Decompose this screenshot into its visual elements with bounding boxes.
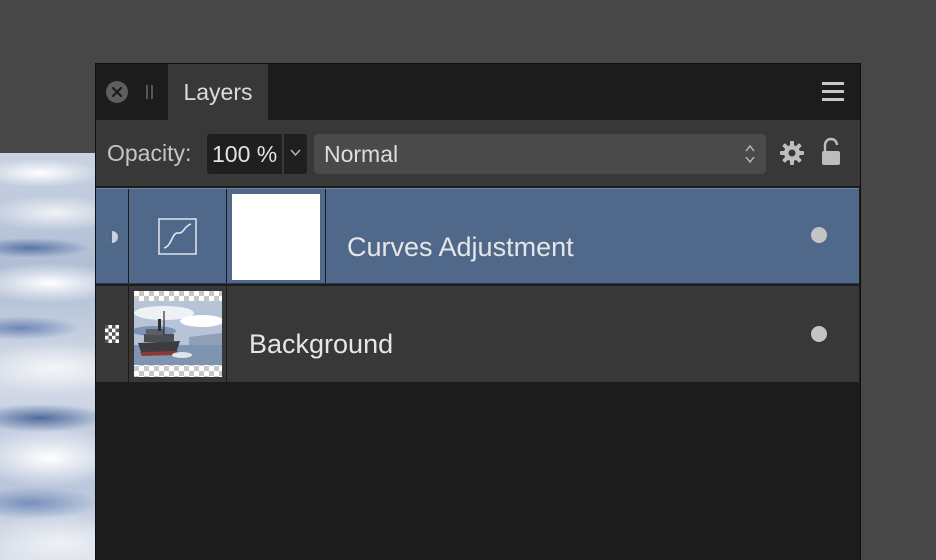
opacity-dropdown-button[interactable] — [284, 134, 307, 174]
tab-layers[interactable]: Layers — [168, 64, 268, 120]
boat-image-thumbnail — [134, 301, 222, 365]
background-layer-thumbnail — [134, 291, 222, 377]
layers-toolbar: Opacity: 100 % Normal — [96, 120, 860, 186]
visibility-dot-icon[interactable] — [811, 326, 827, 342]
visibility-dot-icon[interactable] — [811, 227, 827, 243]
panel-menu-button[interactable] — [822, 80, 844, 102]
chevron-down-icon — [290, 149, 301, 157]
panel-tab-bar: Layers — [96, 64, 860, 120]
canvas-image-background — [0, 153, 96, 560]
curves-icon — [158, 218, 197, 255]
blend-mode-select[interactable]: Normal — [314, 134, 766, 174]
up-down-arrows-icon — [745, 144, 755, 164]
hamburger-menu-icon — [822, 82, 844, 85]
layer-mask-thumbnail[interactable] — [232, 194, 320, 280]
blend-mode-value: Normal — [324, 141, 399, 167]
grip-icon[interactable] — [146, 85, 154, 99]
layer-row-background[interactable]: Background — [96, 286, 859, 382]
checkerboard-icon — [105, 325, 119, 343]
layer-name: Background — [249, 329, 394, 359]
lock-icon[interactable] — [821, 137, 841, 167]
opacity-label: Opacity: — [107, 140, 192, 166]
layers-panel: Layers Opacity: 100 % Normal Curves Adju… — [95, 63, 861, 560]
opacity-input[interactable]: 100 % — [207, 134, 282, 174]
layer-name: Curves Adjustment — [347, 232, 574, 262]
gear-icon[interactable] — [779, 140, 805, 166]
close-icon — [111, 86, 123, 98]
half-circle-icon — [106, 231, 118, 243]
close-panel-button[interactable] — [106, 81, 128, 103]
layer-row-curves-adjustment[interactable]: Curves Adjustment — [96, 188, 859, 284]
